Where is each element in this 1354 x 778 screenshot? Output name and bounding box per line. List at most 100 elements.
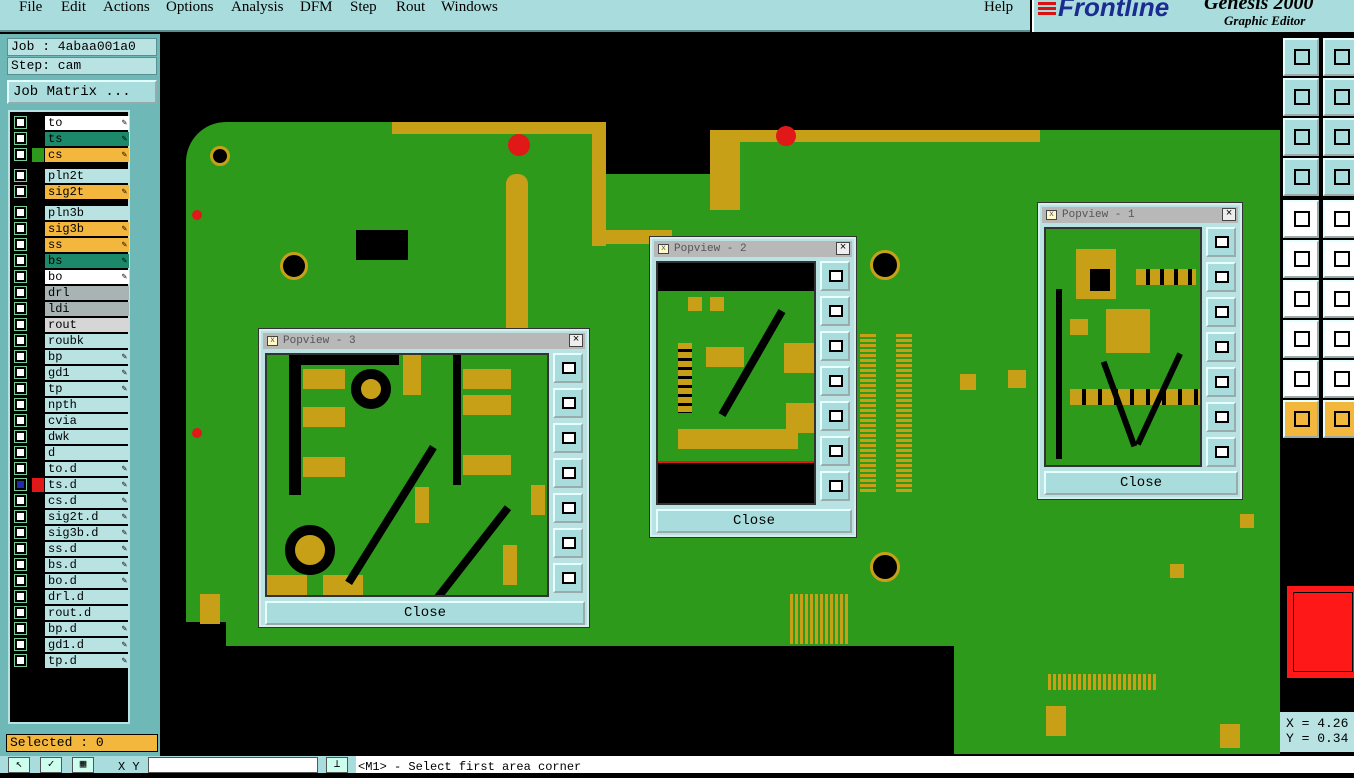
- layer-color-swatch[interactable]: [32, 590, 44, 604]
- layer-checkbox[interactable]: [14, 116, 27, 129]
- layer-color-swatch[interactable]: [32, 510, 44, 524]
- layer-row[interactable]: sig3b.d ✎: [12, 526, 129, 540]
- layer-color-swatch[interactable]: [32, 382, 44, 396]
- layer-name[interactable]: pln3b: [45, 206, 129, 220]
- layer-color-swatch[interactable]: [32, 334, 44, 348]
- popview-2-view[interactable]: [656, 261, 816, 505]
- zoom-in-icon[interactable]: [1283, 118, 1319, 156]
- menu-windows[interactable]: Windows: [441, 0, 498, 15]
- layer-color-swatch[interactable]: [32, 462, 44, 476]
- layer-name[interactable]: bo.d ✎: [45, 574, 129, 588]
- layer-name[interactable]: sig3b ✎: [45, 222, 129, 236]
- popview-1-view[interactable]: [1044, 227, 1202, 467]
- triangle-alt-icon[interactable]: [1323, 360, 1354, 398]
- connect-icon[interactable]: [1283, 240, 1319, 278]
- layer-name[interactable]: cvia: [45, 414, 129, 428]
- layer-row[interactable]: bp ✎: [12, 350, 129, 364]
- layer-name[interactable]: bs.d ✎: [45, 558, 129, 572]
- layer-checkbox[interactable]: [14, 638, 27, 651]
- layer-row[interactable]: pln3b: [12, 206, 129, 220]
- layer-checkbox[interactable]: [14, 398, 27, 411]
- layer-row[interactable]: bs.d ✎: [12, 558, 129, 572]
- measure-icon[interactable]: [1283, 158, 1319, 196]
- line-icon[interactable]: [1323, 320, 1354, 358]
- layer-name[interactable]: sig2t ✎: [45, 185, 129, 199]
- job-matrix-button[interactable]: Job Matrix ...: [7, 80, 157, 104]
- triangle-icon[interactable]: [1283, 360, 1319, 398]
- layer-name[interactable]: to.d ✎: [45, 462, 129, 476]
- layer-color-swatch[interactable]: [32, 414, 44, 428]
- layer-row[interactable]: ts.d ✎: [12, 478, 129, 492]
- layer-checkbox[interactable]: [14, 430, 27, 443]
- layer-color-swatch[interactable]: [32, 116, 44, 130]
- layer-row[interactable]: to.d ✎: [12, 462, 129, 476]
- layer-name[interactable]: gd1 ✎: [45, 366, 129, 380]
- layer-color-swatch[interactable]: [32, 558, 44, 572]
- layer-color-swatch[interactable]: [32, 238, 44, 252]
- layer-row[interactable]: d: [12, 446, 129, 460]
- menu-help[interactable]: Help: [984, 0, 1013, 15]
- layer-checkbox[interactable]: [14, 366, 27, 379]
- layer-color-swatch[interactable]: [32, 148, 44, 162]
- xy-input[interactable]: [148, 757, 318, 773]
- layer-color-swatch[interactable]: [32, 654, 44, 668]
- layer-row[interactable]: roubk: [12, 334, 129, 348]
- layer-row[interactable]: bs ✎: [12, 254, 129, 268]
- layer-row[interactable]: ldi: [12, 302, 129, 316]
- layer-color-swatch[interactable]: [32, 169, 44, 183]
- layer-color-swatch[interactable]: [32, 574, 44, 588]
- snap-icon[interactable]: [1323, 240, 1354, 278]
- zoom-out-icon[interactable]: [553, 563, 583, 593]
- layer-name[interactable]: tp.d ✎: [45, 654, 129, 668]
- layer-name[interactable]: drl: [45, 286, 129, 300]
- layer-name[interactable]: drl.d: [45, 590, 129, 604]
- layer-row[interactable]: tp.d ✎: [12, 654, 129, 668]
- zoom-out-icon[interactable]: [820, 471, 850, 501]
- layer-name[interactable]: dwk: [45, 430, 129, 444]
- layer-checkbox[interactable]: [14, 382, 27, 395]
- layer-checkbox[interactable]: [14, 222, 27, 235]
- pan-right-icon[interactable]: [553, 493, 583, 523]
- layer-name[interactable]: bs ✎: [45, 254, 129, 268]
- layer-color-swatch[interactable]: [32, 478, 44, 492]
- check-tool-icon[interactable]: ✓: [40, 757, 62, 773]
- layer-name[interactable]: ss.d ✎: [45, 542, 129, 556]
- zoom-in-icon[interactable]: [553, 528, 583, 558]
- layer-checkbox[interactable]: [14, 318, 27, 331]
- zoom-fit-icon[interactable]: [820, 261, 850, 291]
- layer-name[interactable]: to ✎: [45, 116, 129, 130]
- layer-name[interactable]: bp ✎: [45, 350, 129, 364]
- layer-row[interactable]: to ✎: [12, 116, 129, 130]
- menu-file[interactable]: File: [19, 0, 42, 15]
- layer-row[interactable]: tp ✎: [12, 382, 129, 396]
- layer-checkbox[interactable]: [14, 286, 27, 299]
- layer-checkbox[interactable]: [14, 148, 27, 161]
- layer-row[interactable]: sig2t.d ✎: [12, 510, 129, 524]
- angle-icon[interactable]: [1283, 280, 1319, 318]
- layer-row[interactable]: bo.d ✎: [12, 574, 129, 588]
- menu-edit[interactable]: Edit: [61, 0, 86, 15]
- layer-name[interactable]: d: [45, 446, 129, 460]
- layer-row[interactable]: dwk: [12, 430, 129, 444]
- pan-left-icon[interactable]: [553, 458, 583, 488]
- highlight-icon[interactable]: [1323, 200, 1354, 238]
- layer-checkbox[interactable]: [14, 478, 27, 491]
- popview-3-view[interactable]: [265, 353, 549, 597]
- layer-checkbox[interactable]: [14, 254, 27, 267]
- layer-color-swatch[interactable]: [32, 254, 44, 268]
- layer-checkbox[interactable]: [14, 206, 27, 219]
- layer-name[interactable]: sig2t.d ✎: [45, 510, 129, 524]
- snap-icon[interactable]: ⊥: [326, 757, 348, 773]
- layer-row[interactable]: ss.d ✎: [12, 542, 129, 556]
- pan-left-icon[interactable]: [1283, 78, 1319, 116]
- popview-3-close-button[interactable]: Close: [265, 601, 585, 625]
- layer-color-swatch[interactable]: [32, 350, 44, 364]
- layer-checkbox[interactable]: [14, 238, 27, 251]
- zoom-out-icon[interactable]: [1206, 437, 1236, 467]
- layer-row[interactable]: sig2t ✎: [12, 185, 129, 199]
- layer-row[interactable]: rout.d: [12, 606, 129, 620]
- layer-row[interactable]: cs.d ✎: [12, 494, 129, 508]
- pan-right-icon[interactable]: [1206, 367, 1236, 397]
- layer-color-swatch[interactable]: [32, 318, 44, 332]
- layer-name[interactable]: roubk: [45, 334, 129, 348]
